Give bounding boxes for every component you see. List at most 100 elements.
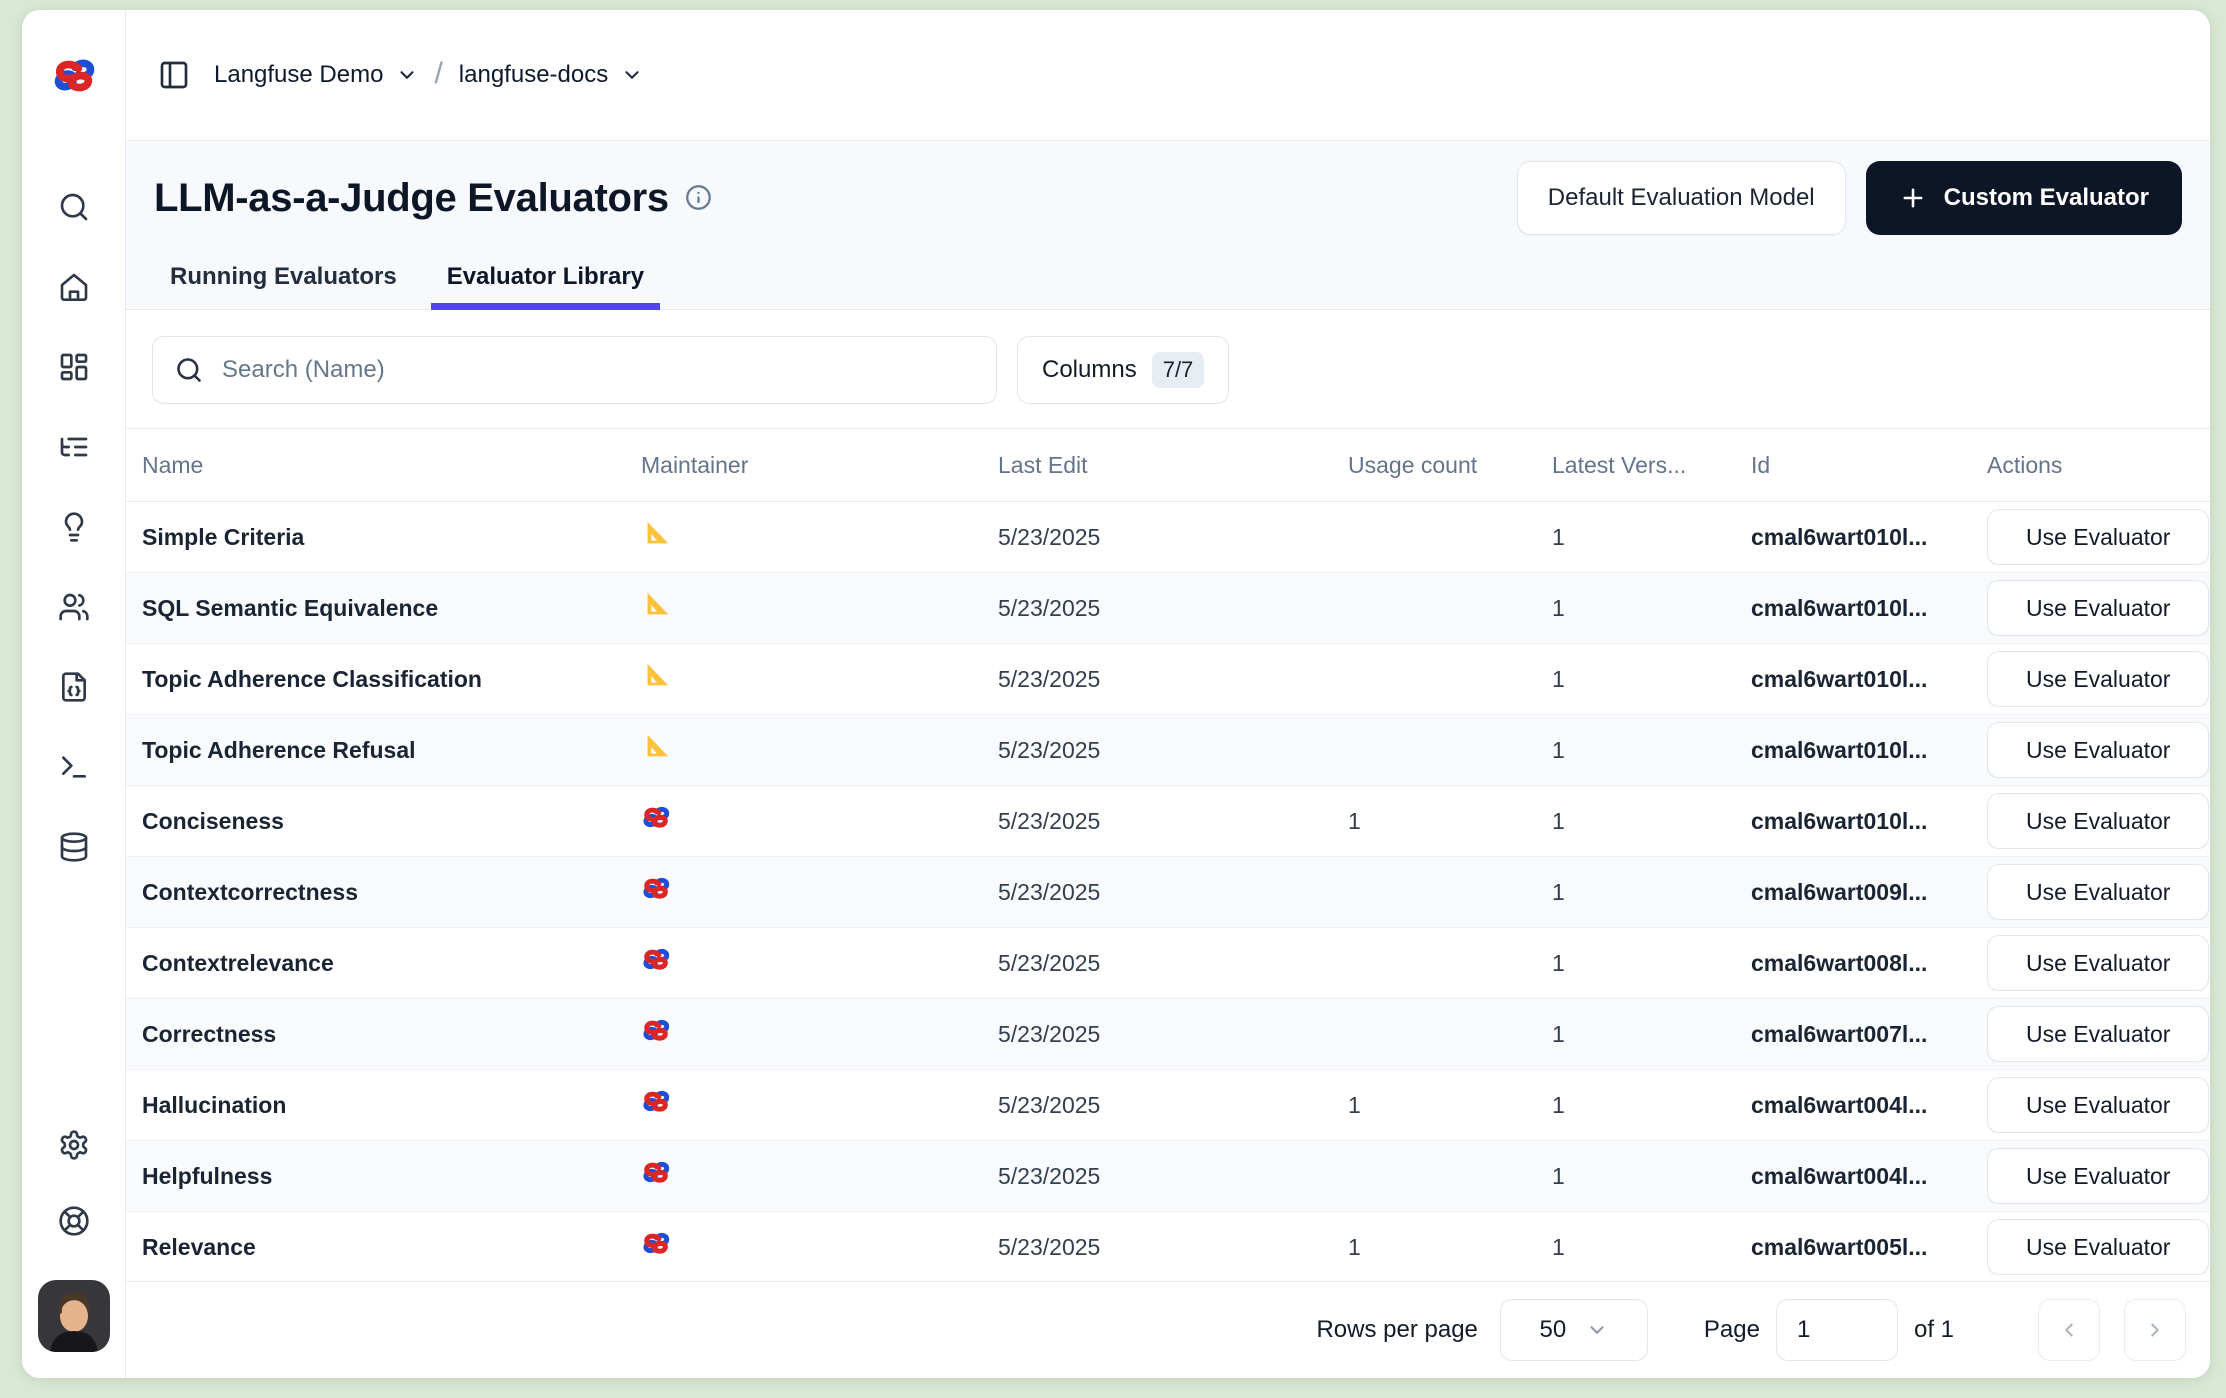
- chevron-down-icon: [1586, 1319, 1608, 1341]
- next-page-button[interactable]: [2124, 1299, 2186, 1361]
- column-header-last-edit: Last Edit: [998, 452, 1348, 479]
- use-evaluator-button[interactable]: Use Evaluator: [1987, 864, 2209, 920]
- custom-evaluator-label: Custom Evaluator: [1944, 184, 2149, 212]
- langfuse-icon: [641, 1089, 673, 1121]
- tab-running-evaluators[interactable]: Running Evaluators: [154, 263, 413, 309]
- table-row[interactable]: Simple Criteria 5/23/2025 1: [126, 502, 2210, 573]
- tab-evaluator-library[interactable]: Evaluator Library: [431, 263, 660, 309]
- latest-version-cell: 1: [1552, 666, 1751, 693]
- langfuse-icon: [641, 947, 673, 979]
- breadcrumb-org[interactable]: Langfuse Demo: [214, 61, 418, 89]
- rows-per-page-select[interactable]: 50: [1500, 1299, 1648, 1361]
- evaluator-id: cmal6wart007l...: [1751, 1021, 1987, 1048]
- database-icon: [58, 831, 90, 863]
- page-header: LLM-as-a-Judge Evaluators Default Evalua…: [126, 140, 2210, 310]
- sidebar-item-dashboards[interactable]: [57, 350, 91, 384]
- table-row[interactable]: Conciseness 5/23/2025 1 1 c: [126, 786, 2210, 857]
- last-edit-cell: 5/23/2025: [998, 808, 1348, 835]
- evaluator-name: Simple Criteria: [142, 524, 641, 551]
- sidebar-item-evaluation[interactable]: [57, 510, 91, 544]
- table-header-row: Name Maintainer Last Edit Usage count La…: [126, 428, 2210, 502]
- column-header-usage-count: Usage count: [1348, 452, 1552, 479]
- search-input[interactable]: [220, 355, 974, 385]
- chevron-down-icon: [621, 64, 643, 86]
- sidebar-item-home[interactable]: [57, 270, 91, 304]
- table-row[interactable]: Topic Adherence Classification 5/23/202: [126, 644, 2210, 715]
- maintainer-cell: [641, 1018, 998, 1050]
- sidebar-item-prompts[interactable]: [57, 750, 91, 784]
- chevron-down-icon: [396, 64, 418, 86]
- latest-version-cell: 1: [1552, 737, 1751, 764]
- use-evaluator-button[interactable]: Use Evaluator: [1987, 651, 2209, 707]
- rows-per-page-value: 50: [1540, 1316, 1567, 1344]
- search-box: [152, 336, 997, 404]
- search-icon: [175, 356, 203, 384]
- langfuse-icon: [641, 1160, 673, 1192]
- last-edit-cell: 5/23/2025: [998, 1021, 1348, 1048]
- use-evaluator-button[interactable]: Use Evaluator: [1987, 1148, 2209, 1204]
- maintainer-cell: [641, 732, 998, 768]
- last-edit-cell: 5/23/2025: [998, 524, 1348, 551]
- maintainer-cell: [641, 947, 998, 979]
- columns-button[interactable]: Columns 7/7: [1017, 336, 1229, 404]
- lightbulb-icon: [58, 511, 90, 543]
- table-row[interactable]: Correctness 5/23/2025 1 cm: [126, 999, 2210, 1070]
- evaluator-id: cmal6wart010l...: [1751, 737, 1987, 764]
- pagination-bar: Rows per page 50 Page of 1: [126, 1281, 2210, 1378]
- page-title: LLM-as-a-Judge Evaluators: [154, 176, 669, 221]
- custom-evaluator-button[interactable]: Custom Evaluator: [1866, 161, 2182, 235]
- sidebar-item-tracing[interactable]: [57, 430, 91, 464]
- maintainer-cell: [641, 590, 998, 626]
- last-edit-cell: 5/23/2025: [998, 737, 1348, 764]
- sidebar-item-search[interactable]: [57, 190, 91, 224]
- terminal-icon: [58, 751, 90, 783]
- sidebar-footer: [38, 1128, 110, 1378]
- latest-version-cell: 1: [1552, 595, 1751, 622]
- info-button[interactable]: [685, 184, 713, 212]
- table-row[interactable]: Contextrelevance 5/23/2025 1: [126, 928, 2210, 999]
- use-evaluator-button[interactable]: Use Evaluator: [1987, 1077, 2209, 1133]
- sidebar-item-users[interactable]: [57, 590, 91, 624]
- use-evaluator-button[interactable]: Use Evaluator: [1987, 1219, 2209, 1275]
- use-evaluator-button[interactable]: Use Evaluator: [1987, 935, 2209, 991]
- previous-page-button[interactable]: [2038, 1299, 2100, 1361]
- maintainer-cell: [641, 519, 998, 555]
- latest-version-cell: 1: [1552, 950, 1751, 977]
- table-row[interactable]: SQL Semantic Equivalence 5/23/2025: [126, 573, 2210, 644]
- home-icon: [58, 271, 90, 303]
- table-row[interactable]: Helpfulness 5/23/2025 1 cm: [126, 1141, 2210, 1212]
- last-edit-cell: 5/23/2025: [998, 879, 1348, 906]
- use-evaluator-button[interactable]: Use Evaluator: [1987, 509, 2209, 565]
- maintainer-cell: [641, 661, 998, 697]
- use-evaluator-button[interactable]: Use Evaluator: [1987, 1006, 2209, 1062]
- last-edit-cell: 5/23/2025: [998, 1092, 1348, 1119]
- user-avatar[interactable]: [38, 1280, 110, 1352]
- table-row[interactable]: Hallucination 5/23/2025 1 1: [126, 1070, 2210, 1141]
- sidebar-item-settings[interactable]: [57, 1128, 91, 1162]
- column-header-latest-version: Latest Vers...: [1552, 452, 1751, 479]
- table-row[interactable]: Contextcorrectness 5/23/2025 1: [126, 857, 2210, 928]
- tab-bar: Running Evaluators Evaluator Library: [154, 263, 2182, 309]
- default-evaluation-model-button[interactable]: Default Evaluation Model: [1517, 161, 1846, 235]
- page-number-input[interactable]: [1776, 1299, 1898, 1361]
- ragas-icon: [641, 590, 673, 622]
- chevron-right-icon: [2144, 1319, 2166, 1341]
- use-evaluator-button[interactable]: Use Evaluator: [1987, 580, 2209, 636]
- sidebar-item-datasets[interactable]: [57, 830, 91, 864]
- use-evaluator-button[interactable]: Use Evaluator: [1987, 793, 2209, 849]
- sidebar-item-support[interactable]: [57, 1204, 91, 1238]
- sidebar-item-playground[interactable]: [57, 670, 91, 704]
- sidebar-nav: [57, 190, 91, 864]
- use-evaluator-button[interactable]: Use Evaluator: [1987, 722, 2209, 778]
- table-row[interactable]: Relevance 5/23/2025 1 1 cma: [126, 1212, 2210, 1281]
- usage-count-cell: 1: [1348, 808, 1552, 835]
- evaluators-table: Name Maintainer Last Edit Usage count La…: [126, 428, 2210, 1281]
- breadcrumb-project[interactable]: langfuse-docs: [459, 61, 643, 89]
- plus-icon: [1899, 184, 1927, 212]
- evaluator-id: cmal6wart009l...: [1751, 879, 1987, 906]
- sidebar-toggle-button[interactable]: [156, 57, 192, 93]
- maintainer-cell: [641, 1089, 998, 1121]
- evaluator-id: cmal6wart010l...: [1751, 524, 1987, 551]
- table-row[interactable]: Topic Adherence Refusal 5/23/2025: [126, 715, 2210, 786]
- langfuse-logo[interactable]: [51, 10, 97, 140]
